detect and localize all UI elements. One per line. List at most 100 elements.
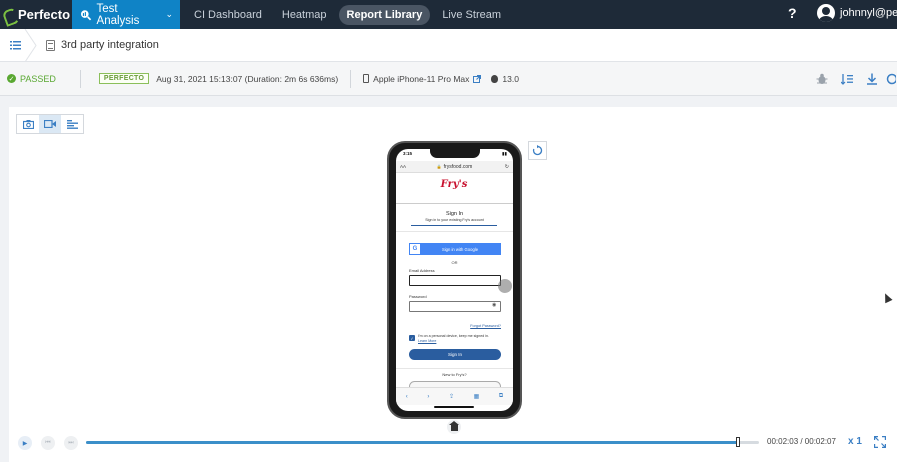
device-frame: 3:15 ▮▮ AA 🔒 frysfood.com ↻ Fry's Sign I… xyxy=(387,141,522,419)
google-signin-button[interactable]: G Sign in with Google xyxy=(409,243,501,255)
help-icon[interactable]: ? xyxy=(788,5,797,21)
list-icon xyxy=(9,40,21,49)
external-link-icon[interactable] xyxy=(473,74,482,83)
timeline-handle[interactable] xyxy=(736,437,741,447)
nav-tabs: CI Dashboard Heatmap Report Library Live… xyxy=(186,0,509,29)
share-icon[interactable]: ⇪ xyxy=(449,393,454,400)
playback-timeline[interactable] xyxy=(86,437,759,447)
back-icon[interactable]: ‹ xyxy=(406,394,408,400)
divider xyxy=(396,368,513,369)
browser-url-bar[interactable]: AA 🔒 frysfood.com ↻ xyxy=(396,161,513,173)
touch-indicator xyxy=(498,279,512,293)
play-button[interactable]: ▶ xyxy=(18,436,32,450)
sort-list-icon[interactable] xyxy=(834,62,859,96)
google-button-label: Sign in with Google xyxy=(441,246,479,252)
status-time: 3:15 xyxy=(403,151,413,156)
google-icon: G xyxy=(410,244,420,254)
execution-date: Aug 31, 2021 15:13:07 (Duration: 2m 6s 6… xyxy=(156,73,339,84)
breadcrumb-separator-icon xyxy=(24,28,37,62)
breadcrumb: 3rd party integration xyxy=(0,28,897,62)
fullscreen-icon[interactable] xyxy=(874,436,886,448)
tab-ci-dashboard[interactable]: CI Dashboard xyxy=(186,5,270,25)
report-toolbar xyxy=(809,62,897,96)
keep-signed-in-label: I'm on a personal device, keep me signed… xyxy=(418,334,502,343)
reload-icon[interactable]: ↻ xyxy=(505,164,509,170)
forward-icon[interactable]: › xyxy=(427,394,429,400)
signin-heading: Sign In xyxy=(445,211,464,217)
email-label: Email Address xyxy=(409,268,435,273)
new-to-frys: New to Fry's? xyxy=(442,372,467,377)
refresh-icon[interactable] xyxy=(884,62,897,96)
signin-underline xyxy=(411,225,497,226)
playback-speed-button[interactable]: x 1 xyxy=(848,436,862,447)
learn-more-link[interactable]: Learn More xyxy=(418,339,436,343)
os-version: 13.0 xyxy=(502,73,519,84)
perfecto-badge: PERFECTO xyxy=(98,73,150,84)
signin-subtitle: Sign in to your existing Fry's account xyxy=(425,218,484,222)
rotate-icon xyxy=(532,145,543,156)
test-info-bar: ✓ PASSED PERFECTO Aug 31, 2021 15:13:07 … xyxy=(0,62,897,96)
check-circle-icon: ✓ xyxy=(7,74,16,83)
phone-icon xyxy=(363,74,370,83)
screenshot-view-button[interactable] xyxy=(17,115,39,133)
or-divider: OR xyxy=(451,260,458,265)
align-left-icon xyxy=(66,119,78,129)
logo-text: Perfecto xyxy=(18,7,71,22)
status-text: PASSED xyxy=(20,73,56,84)
playback-time: 00:02:03 / 00:02:07 xyxy=(767,437,836,446)
tab-report-library[interactable]: Report Library xyxy=(338,4,431,25)
password-label: Password xyxy=(409,294,427,299)
bookmarks-icon[interactable]: ▦ xyxy=(474,393,480,400)
previous-step-button[interactable]: ⏮ xyxy=(41,436,55,450)
perfecto-logo[interactable]: Perfecto xyxy=(0,0,72,29)
battery-icon: ▮▮ xyxy=(502,151,507,156)
home-icon xyxy=(448,421,459,431)
os-info: 13.0 xyxy=(491,74,519,84)
tabs-icon[interactable]: ⧉ xyxy=(499,393,503,400)
frys-logo: Fry's xyxy=(440,179,468,190)
apple-icon xyxy=(491,74,499,83)
logs-view-button[interactable] xyxy=(61,115,83,133)
device-name: Apple iPhone-11 Pro Max xyxy=(373,73,470,84)
video-view-button[interactable] xyxy=(39,115,61,133)
download-icon[interactable] xyxy=(859,62,884,96)
device-home-button[interactable] xyxy=(447,420,461,434)
rotate-device-button[interactable] xyxy=(528,141,547,160)
keep-signed-in-text: I'm on a personal device, keep me signed… xyxy=(418,334,490,338)
app-selector[interactable]: Test Analysis ⌄ xyxy=(72,0,180,29)
password-field[interactable] xyxy=(409,301,501,312)
chevron-down-icon: ⌄ xyxy=(165,9,173,19)
user-menu[interactable]: johnnyl@per... xyxy=(817,4,897,22)
top-nav: Perfecto Test Analysis ⌄ CI Dashboard He… xyxy=(0,0,897,29)
reader-aa: AA xyxy=(400,164,407,169)
forgot-password-link[interactable]: Forgot Password? xyxy=(470,324,501,328)
tab-live-stream[interactable]: Live Stream xyxy=(434,5,509,25)
divider xyxy=(396,231,513,232)
device-notch xyxy=(430,149,480,158)
next-step-button[interactable]: ⏭ xyxy=(64,436,78,450)
test-title: 3rd party integration xyxy=(61,39,159,51)
perfecto-logo-icon xyxy=(3,8,15,22)
device-screen[interactable]: 3:15 ▮▮ AA 🔒 frysfood.com ↻ Fry's Sign I… xyxy=(396,149,513,411)
lock-icon: 🔒 xyxy=(436,164,442,169)
url-text: frysfood.com xyxy=(443,163,473,170)
test-list-button[interactable] xyxy=(0,28,37,62)
search-analytics-icon xyxy=(80,9,92,20)
playback-progress xyxy=(86,441,739,444)
status-badge: ✓ PASSED xyxy=(7,74,56,84)
app-selector-label: Test Analysis xyxy=(96,2,140,27)
divider xyxy=(396,203,513,204)
tab-heatmap[interactable]: Heatmap xyxy=(274,5,335,25)
browser-toolbar: ‹ › ⇪ ▦ ⧉ xyxy=(396,387,513,405)
keep-signed-in-checkbox[interactable]: ✓ xyxy=(409,335,415,341)
eye-icon[interactable]: ◉ xyxy=(492,302,496,308)
user-name: johnnyl@per... xyxy=(840,7,897,19)
camera-icon xyxy=(22,119,34,129)
report-main-panel: 3:15 ▮▮ AA 🔒 frysfood.com ↻ Fry's Sign I… xyxy=(9,107,897,462)
divider xyxy=(350,69,352,88)
view-toggle-group xyxy=(16,114,84,134)
signin-button[interactable]: Sign In xyxy=(409,349,501,360)
bug-icon[interactable] xyxy=(809,62,834,96)
divider xyxy=(79,69,81,88)
email-field[interactable] xyxy=(409,275,501,286)
